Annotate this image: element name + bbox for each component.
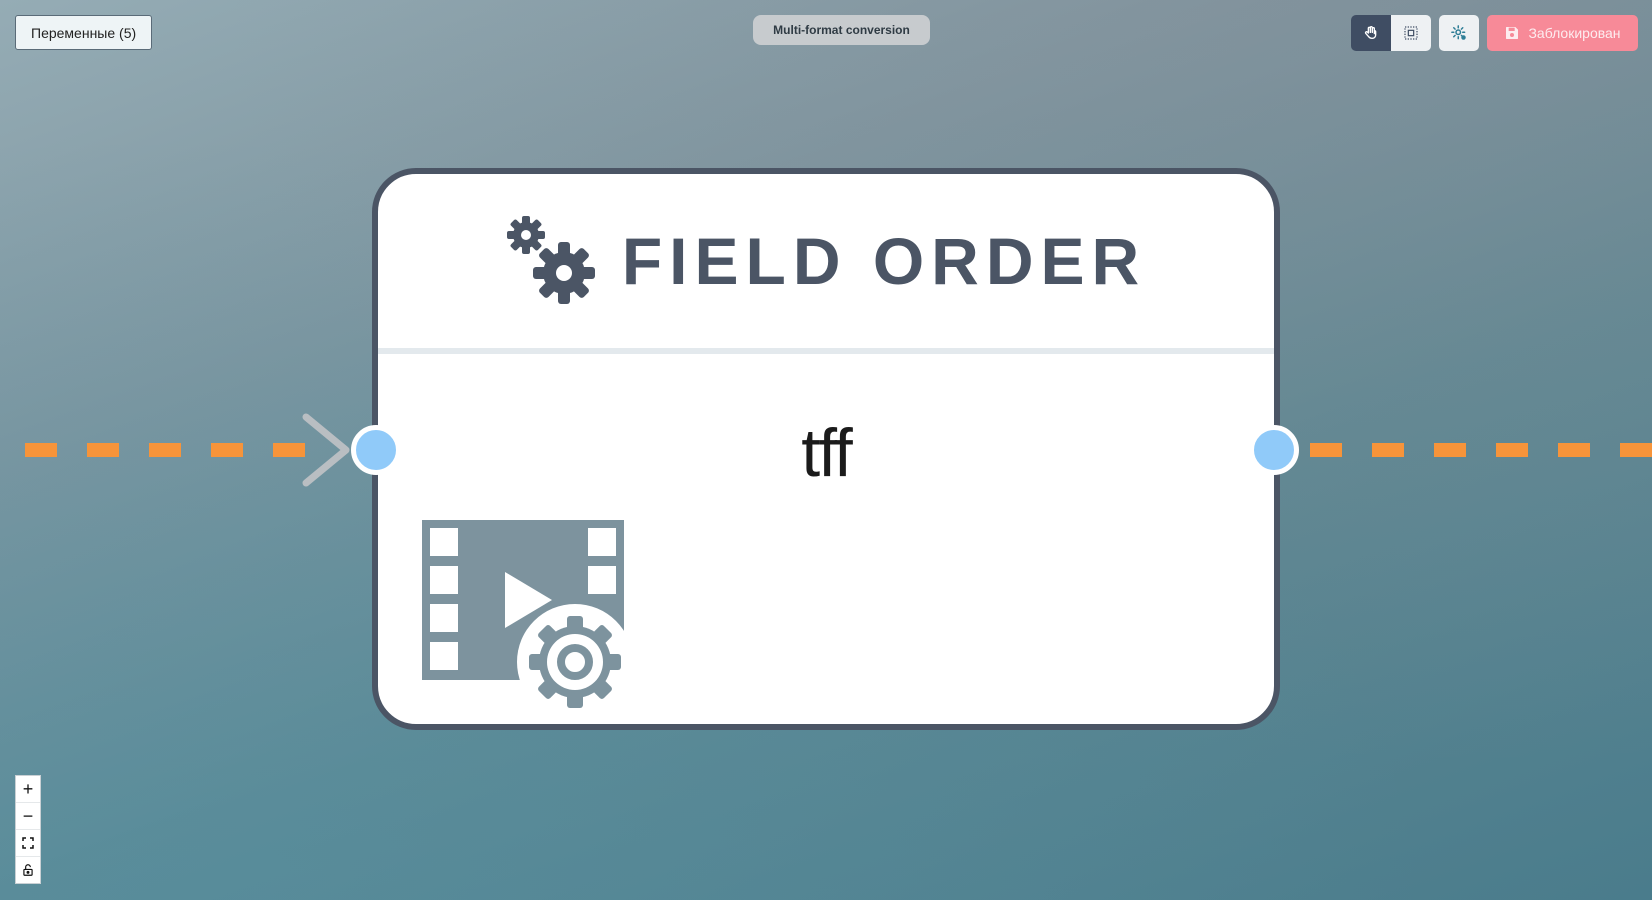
- zoom-out-icon: −: [22, 805, 34, 826]
- select-mode-button[interactable]: [1391, 15, 1431, 51]
- gear-icon: [1451, 25, 1466, 40]
- flow-title-label: Multi-format conversion: [773, 23, 910, 37]
- fit-view-button[interactable]: [16, 830, 40, 857]
- zoom-out-button[interactable]: −: [16, 803, 40, 830]
- variables-button[interactable]: Переменные (5): [15, 15, 153, 50]
- variables-button-label: Переменные (5): [31, 24, 137, 41]
- zoom-controls: + −: [15, 775, 41, 884]
- save-icon: [1506, 27, 1519, 39]
- selection-icon: [1404, 26, 1418, 40]
- edge-arrowhead: [302, 413, 350, 487]
- flow-title: Multi-format conversion: [753, 15, 930, 45]
- zoom-in-icon: +: [22, 778, 34, 799]
- unlock-icon: [23, 864, 33, 876]
- interaction-mode-toggle: [1351, 15, 1431, 51]
- input-handle[interactable]: [351, 425, 401, 475]
- locked-label: Заблокирован: [1528, 25, 1621, 41]
- hand-icon: [1364, 26, 1377, 39]
- toggle-lock-button[interactable]: [16, 857, 40, 883]
- settings-button[interactable]: [1439, 15, 1479, 51]
- fit-view-icon: [22, 837, 34, 849]
- node-header: FIELD ORDER: [378, 174, 1274, 354]
- video-settings-icon: [422, 520, 624, 710]
- field-order-node[interactable]: FIELD ORDER tff: [372, 168, 1280, 730]
- gears-icon: [506, 216, 595, 304]
- node-value: tff: [801, 415, 852, 491]
- locked-save-button[interactable]: Заблокирован: [1487, 15, 1638, 51]
- node-title: FIELD ORDER: [621, 224, 1147, 298]
- zoom-in-button[interactable]: +: [16, 776, 40, 803]
- output-handle[interactable]: [1249, 425, 1299, 475]
- pan-mode-button[interactable]: [1351, 15, 1391, 51]
